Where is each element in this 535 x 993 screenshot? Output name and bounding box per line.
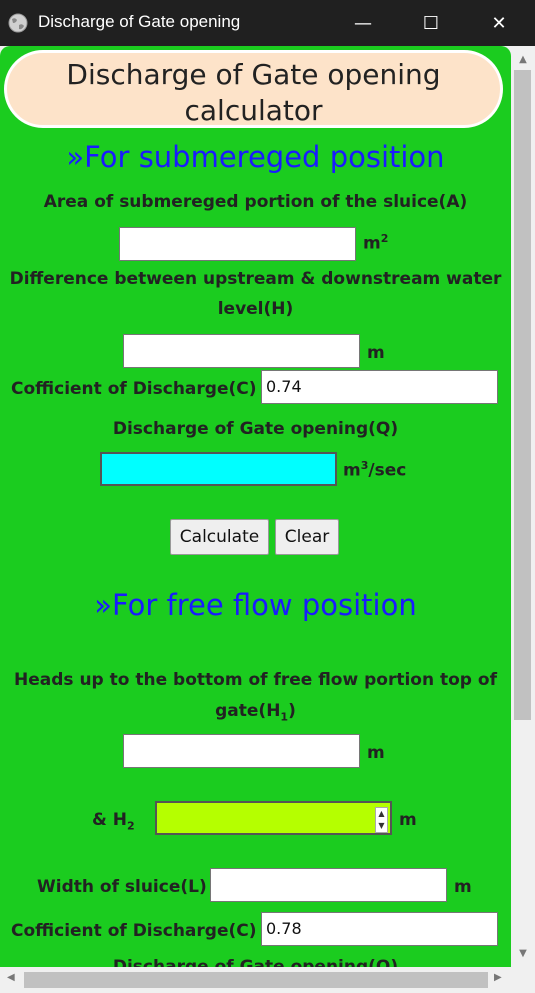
clear-button[interactable]: Clear — [275, 519, 339, 555]
scrollbar-corner — [511, 967, 535, 993]
area-unit: m2 — [363, 232, 389, 254]
freeflow-section-title: »For free flow position — [94, 588, 417, 622]
h2-input[interactable]: ▲ ▼ — [155, 801, 392, 835]
result-unit: m3/sec — [343, 459, 407, 481]
page-title-line2: calculator — [184, 94, 323, 127]
area-label: Area of submereged portion of the sluice… — [43, 192, 468, 212]
vertical-scroll-thumb[interactable] — [514, 70, 531, 720]
scroll-right-icon[interactable]: ▶ — [494, 972, 502, 983]
diff-unit: m — [367, 343, 385, 363]
scroll-left-icon[interactable]: ◀ — [7, 972, 15, 983]
window-titlebar: Discharge of Gate opening — ☐ ✕ — [0, 0, 535, 46]
result-label: Discharge of Gate opening(Q) — [112, 419, 399, 439]
horizontal-scroll-thumb[interactable] — [24, 972, 488, 988]
diff-input[interactable] — [123, 334, 360, 368]
horizontal-scrollbar[interactable]: ◀ ▶ — [0, 967, 511, 993]
maximize-button[interactable]: ☐ — [408, 8, 454, 40]
vertical-scrollbar[interactable]: ▲ ▼ — [511, 46, 535, 967]
calculate-button[interactable]: Calculate — [170, 519, 269, 555]
scroll-down-icon[interactable]: ▼ — [511, 948, 535, 959]
heads-label-line1: Heads up to the bottom of free flow port… — [14, 670, 497, 690]
submerged-section-title: »For submereged position — [66, 140, 445, 174]
page-header: Discharge of Gate opening calculator — [4, 50, 503, 128]
width-input[interactable] — [210, 868, 447, 902]
heads-h1-input[interactable] — [123, 734, 360, 768]
free-result-label: Discharge of Gate opening(Q) — [112, 957, 399, 967]
heads-unit: m — [367, 743, 385, 763]
page-title-line1: Discharge of Gate opening — [66, 58, 441, 91]
diff-label-line2: level(H) — [217, 299, 294, 319]
heads-label-line2: gate(H1) — [215, 701, 296, 724]
minimize-button[interactable]: — — [340, 8, 386, 40]
calculator-page: Discharge of Gate opening calculator »Fo… — [0, 46, 511, 967]
h2-spinner[interactable]: ▲ ▼ — [375, 807, 388, 833]
diff-label-line1: Difference between upstream & downstream… — [9, 269, 502, 289]
close-button[interactable]: ✕ — [476, 8, 522, 40]
window-title: Discharge of Gate opening — [38, 12, 241, 31]
width-unit: m — [454, 877, 472, 897]
result-output[interactable] — [100, 452, 337, 486]
coef-label: Cofficient of Discharge(C) — [11, 379, 257, 399]
free-coef-input[interactable]: 0.78 — [261, 912, 498, 946]
globe-icon — [8, 13, 28, 33]
scroll-up-icon[interactable]: ▲ — [511, 54, 535, 65]
width-label: Width of sluice(L) — [37, 877, 207, 897]
h2-label: & H2 — [92, 810, 135, 833]
coef-input[interactable]: 0.74 — [261, 370, 498, 404]
free-coef-label: Cofficient of Discharge(C) — [11, 921, 257, 941]
h2-unit: m — [399, 810, 417, 830]
area-input[interactable] — [119, 227, 356, 261]
